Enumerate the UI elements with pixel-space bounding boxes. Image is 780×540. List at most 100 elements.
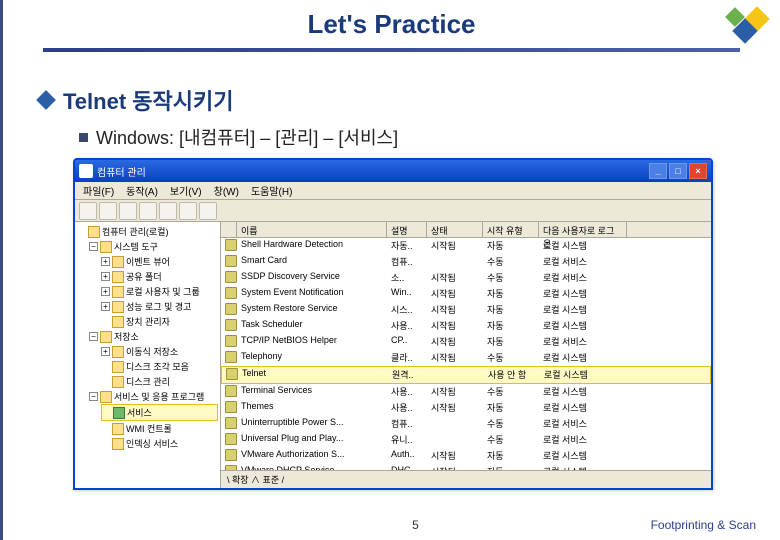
close-button[interactable]: × [689,163,707,179]
toolbar-forward-button[interactable] [99,202,117,220]
services-list[interactable]: Shell Hardware Detection자동..시작됨자동로컬 시스템S… [221,238,711,488]
service-row[interactable]: VMware Authorization S...Auth..시작됨자동로컬 시… [221,448,711,464]
service-row[interactable]: Smart Card컴퓨..수동로컬 서비스 [221,254,711,270]
toolbar-help-button[interactable] [199,202,217,220]
folder-icon [88,226,100,238]
menubar: 파일(F) 동작(A) 보기(V) 창(W) 도움말(H) [75,182,711,200]
service-cell: 자동 [483,287,539,301]
service-cell: 로컬 시스템 [539,239,627,253]
service-cell: 로컬 서비스 [539,433,627,447]
service-cell: 로컬 시스템 [539,385,627,399]
toolbar-up-button[interactable] [119,202,137,220]
service-row[interactable]: SSDP Discovery Service소..시작됨수동로컬 서비스 [221,270,711,286]
minimize-button[interactable]: _ [649,163,667,179]
tree-item[interactable]: +성능 로그 및 경고 [101,299,218,314]
service-cell: Auth.. [387,449,427,463]
service-row[interactable]: Task Scheduler사용..시작됨자동로컬 시스템 [221,318,711,334]
service-cell [221,335,237,349]
tree-item[interactable]: 서비스 [101,404,218,421]
service-icon [225,271,237,283]
tree-item[interactable]: −저장소 [89,329,218,344]
tree-label: 이벤트 뷰어 [126,255,170,268]
expand-icon[interactable]: − [89,392,98,401]
toolbar-back-button[interactable] [79,202,97,220]
service-icon [225,401,237,413]
menu-item[interactable]: 도움말(H) [247,183,296,198]
bullet2-text: Windows: [내컴퓨터] – [관리] – [서비스] [96,124,398,150]
square-bullet-icon [79,133,88,142]
service-cell: 로컬 시스템 [539,287,627,301]
service-cell: 수동 [483,385,539,399]
title-underline [43,48,740,52]
expand-icon[interactable]: + [101,287,110,296]
service-cell: 시작됨 [427,319,483,333]
expand-icon[interactable]: − [89,242,98,251]
expand-icon[interactable]: + [101,302,110,311]
tree-item[interactable]: −서비스 및 응용 프로그램 [89,389,218,404]
service-row[interactable]: Telephony클라..시작됨수동로컬 시스템 [221,350,711,366]
service-cell: Telephony [237,351,387,365]
folder-icon [112,423,124,435]
service-icon [225,351,237,363]
window-titlebar[interactable]: 컴퓨터 관리 _ □ × [75,160,711,182]
service-cell: 시작됨 [427,335,483,349]
menu-item[interactable]: 보기(V) [166,183,206,198]
service-cell [221,287,237,301]
expand-icon[interactable]: − [89,332,98,341]
column-header[interactable]: 이름 [237,222,387,237]
column-header[interactable] [221,222,237,237]
service-cell: 시작됨 [427,287,483,301]
service-cell: 로컬 시스템 [539,319,627,333]
service-row[interactable]: Themes사용..시작됨자동로컬 시스템 [221,400,711,416]
service-icon [225,255,237,267]
service-row[interactable]: Shell Hardware Detection자동..시작됨자동로컬 시스템 [221,238,711,254]
service-cell: 시작됨 [427,385,483,399]
service-row[interactable]: TCP/IP NetBIOS HelperCP..시작됨자동로컬 서비스 [221,334,711,350]
column-header[interactable]: 설명 [387,222,427,237]
tree-label: 이동식 저장소 [126,345,178,358]
tree-item[interactable]: WMI 컨트롤 [101,421,218,436]
tree-item[interactable]: −시스템 도구 [89,239,218,254]
tree-item[interactable]: 디스크 조각 모음 [101,359,218,374]
expand-icon[interactable]: + [101,257,110,266]
column-header[interactable]: 다음 사용자로 로그온 [539,222,627,237]
folder-icon [100,241,112,253]
tree-item[interactable]: 장치 관리자 [101,314,218,329]
service-row[interactable]: Terminal Services사용..시작됨수동로컬 시스템 [221,384,711,400]
service-row[interactable]: System Restore Service시스..시작됨자동로컬 시스템 [221,302,711,318]
toolbar-properties-button[interactable] [139,202,157,220]
service-row[interactable]: Telnet원격..사용 안 함로컬 시스템 [221,366,711,384]
service-cell: 자동.. [387,239,427,253]
menu-item[interactable]: 동작(A) [122,183,162,198]
toolbar-refresh-button[interactable] [159,202,177,220]
tree-item[interactable]: 디스크 관리 [101,374,218,389]
tree-pane[interactable]: 컴퓨터 관리(로컬)−시스템 도구 + 이벤트 뷰어+공유 폴더+로컬 사용자 및 … [75,222,221,488]
service-cell [427,417,483,431]
tree-item[interactable]: + 이벤트 뷰어 [101,254,218,269]
service-cell: 로컬 서비스 [539,255,627,269]
service-row[interactable]: System Event NotificationWin..시작됨자동로컬 시스… [221,286,711,302]
menu-item[interactable]: 파일(F) [79,183,118,198]
column-header[interactable]: 상태 [427,222,483,237]
menu-item[interactable]: 창(W) [210,183,243,198]
maximize-button[interactable]: □ [669,163,687,179]
service-row[interactable]: Universal Plug and Play...유니..수동로컬 서비스 [221,432,711,448]
service-icon [225,303,237,315]
tree-item[interactable]: + 이동식 저장소 [101,344,218,359]
services-pane[interactable]: 이름설명상태시작 유형다음 사용자로 로그온 Shell Hardware De… [221,222,711,488]
service-cell: 수동 [483,433,539,447]
tree-item[interactable]: +로컬 사용자 및 그룹 [101,284,218,299]
tree-item[interactable]: 컴퓨터 관리(로컬) [77,224,218,239]
folder-icon [112,271,124,283]
expand-icon[interactable]: + [101,347,110,356]
tree-item[interactable]: +공유 폴더 [101,269,218,284]
service-cell [221,417,237,431]
view-tabs[interactable]: \ 확장 ∧ 표준 / [221,470,711,488]
column-header[interactable]: 시작 유형 [483,222,539,237]
toolbar-export-button[interactable] [179,202,197,220]
expand-icon[interactable]: + [101,272,110,281]
tree-item[interactable]: 인덱싱 서비스 [101,436,218,451]
service-row[interactable]: Uninterruptible Power S...컴퓨..수동로컬 서비스 [221,416,711,432]
service-cell: 사용 안 함 [484,368,540,382]
folder-icon [113,407,125,419]
